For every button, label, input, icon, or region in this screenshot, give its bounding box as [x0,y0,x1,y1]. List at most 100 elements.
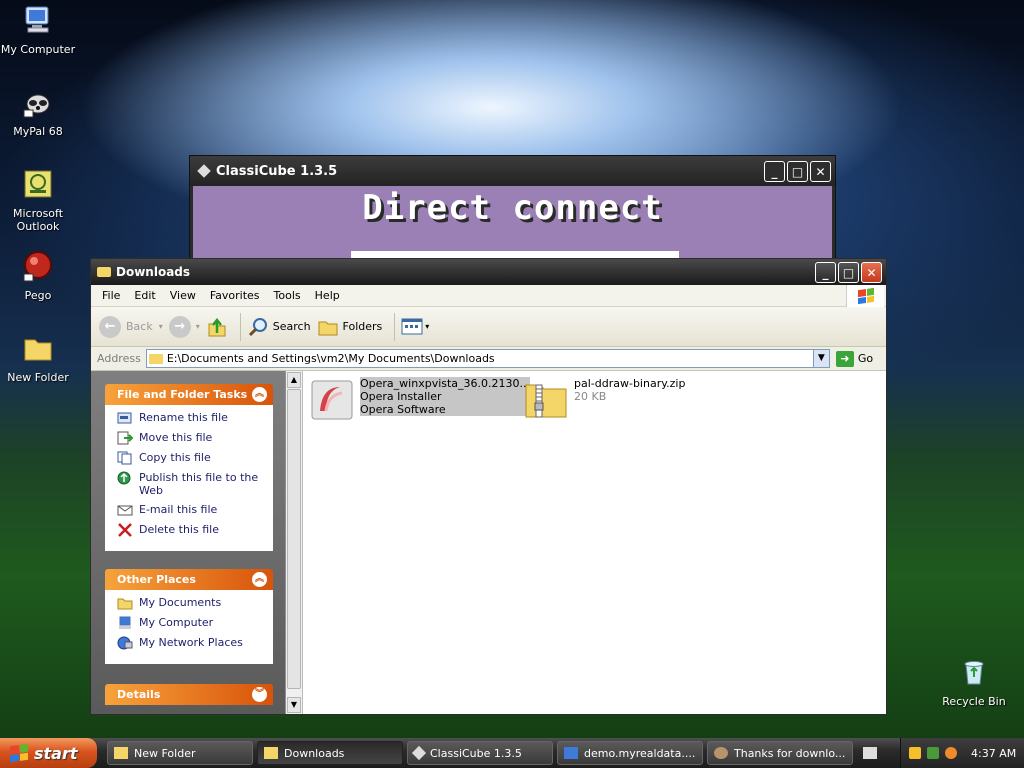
task-copy[interactable]: Copy this file [117,451,273,465]
search-label: Search [272,320,311,333]
place-network[interactable]: My Network Places [117,636,273,650]
menu-view[interactable]: View [163,289,203,302]
explorer-titlebar[interactable]: Downloads _ □ ✕ [91,259,886,285]
file-item-zip[interactable]: pal-ddraw-binary.zip 20 KB [524,377,685,421]
other-places-header[interactable]: Other Places ︽ [105,569,273,590]
taskbar-button-downloads[interactable]: Downloads [257,741,403,765]
taskbar-button-classicube[interactable]: ClassiCube 1.3.5 [407,741,553,765]
folder-icon [114,747,128,759]
menu-edit[interactable]: Edit [127,289,162,302]
windows-logo-icon [846,285,884,307]
back-button[interactable]: ← Back ▾ [99,315,163,338]
file-item-opera-installer[interactable]: Opera_winxpvista_36.0.2130... Opera Inst… [310,377,531,421]
minimize-button[interactable]: _ [764,161,785,182]
scroll-thumb[interactable] [287,389,301,689]
desktop-icon-label: My Computer [0,43,76,56]
clock[interactable]: 4:37 AM [971,747,1016,760]
folder-icon [24,339,52,361]
menu-help[interactable]: Help [308,289,347,302]
browser-page-icon [564,747,578,759]
explorer-title: Downloads [116,265,191,279]
scroll-up-button[interactable]: ▲ [287,372,301,388]
security-shield-icon[interactable] [909,747,921,759]
address-dropdown-button[interactable]: ▼ [812,350,829,367]
back-arrow-icon: ← [99,315,121,338]
maximize-button[interactable]: □ [787,161,808,182]
panel-title: Other Places [117,573,196,586]
folder-icon [97,267,111,277]
task-publish[interactable]: Publish this file to the Web [117,471,273,497]
task-delete[interactable]: Delete this file [117,523,273,537]
pego-icon [23,251,52,282]
views-button[interactable]: ▾ [401,317,429,337]
close-button[interactable]: ✕ [810,161,831,182]
classicube-titlebar[interactable]: ClassiCube 1.3.5 [190,156,835,186]
taskbar-button-label: Thanks for downlo... [734,746,846,760]
views-icon [401,318,423,334]
search-button[interactable]: Search [247,316,311,338]
search-tray-icon[interactable] [945,747,957,759]
toolbar: ← Back ▾ → ▾ Search Folders ▾ [91,307,886,347]
back-label: Back [126,320,153,333]
folders-label: Folders [342,320,383,333]
folders-button[interactable]: Folders [317,316,383,338]
maximize-button[interactable]: □ [838,262,859,283]
task-label: Delete this file [139,523,219,536]
desktop-icon-label: MyPal 68 [13,125,63,138]
file-folder-tasks-header[interactable]: File and Folder Tasks ︽ [105,384,273,405]
taskbar-button-label: Downloads [284,746,345,760]
menu-bar: File Edit View Favorites Tools Help [91,285,886,307]
folder-icon [148,353,163,364]
up-folder-button[interactable] [206,316,228,338]
computer-icon [119,616,131,629]
start-button[interactable]: start [0,738,97,768]
desktop-icon-pego[interactable]: Pego [0,250,76,302]
file-info: pal-ddraw-binary.zip 20 KB [574,377,685,403]
desktop-icon-mypal[interactable]: MyPal 68 [0,86,76,138]
task-move[interactable]: Move this file [117,431,273,445]
folder-up-icon [208,317,226,336]
collapse-chevron-icon[interactable]: ︽ [252,387,267,402]
place-my-documents[interactable]: My Documents [117,596,273,610]
desktop-icon-recycle-bin[interactable]: Recycle Bin [936,656,1012,708]
scroll-down-button[interactable]: ▼ [287,697,301,713]
forward-button[interactable]: → ▾ [168,315,200,338]
expand-chevron-icon[interactable]: ︾ [252,687,267,702]
menu-tools[interactable]: Tools [267,289,308,302]
desktop-icon-my-computer[interactable]: My Computer [0,4,76,56]
details-header[interactable]: Details ︾ [105,684,273,705]
menu-file[interactable]: File [95,289,127,302]
task-rename[interactable]: Rename this file [117,411,273,425]
address-path: E:\Documents and Settings\vm2\My Documen… [166,352,495,365]
network-tray-icon[interactable] [927,747,939,759]
file-company: Opera Software [360,403,446,416]
explorer-window[interactable]: Downloads _ □ ✕ File Edit View Favorites… [90,258,887,715]
raccoon-icon [23,94,50,118]
file-list: ▲ ▼ Opera_winxpvista_36.0.2130... Opera … [285,371,886,714]
close-button[interactable]: ✕ [861,262,882,283]
menu-favorites[interactable]: Favorites [203,289,267,302]
desktop-icon-outlook[interactable]: Microsoft Outlook [0,168,76,233]
minimize-button[interactable]: _ [815,262,836,283]
vertical-scrollbar[interactable]: ▲ ▼ [286,371,303,714]
classicube-content: Direct connect [193,186,832,264]
place-label: My Documents [139,596,222,609]
taskbar-button-new-folder[interactable]: New Folder [107,741,253,765]
task-label: Publish this file to the Web [139,471,259,497]
place-my-computer[interactable]: My Computer [117,616,273,630]
taskbar-button-thanks[interactable]: Thanks for downlo... [707,741,853,765]
address-input[interactable]: E:\Documents and Settings\vm2\My Documen… [145,349,830,368]
collapse-chevron-icon[interactable]: ︽ [252,572,267,587]
classicube-app-icon [197,164,211,178]
chevron-down-icon: ▾ [195,322,200,331]
go-label: Go [857,352,874,365]
copy-icon [117,451,132,465]
keyboard-icon[interactable] [863,747,877,759]
task-email[interactable]: E-mail this file [117,503,273,517]
taskbar-button-browser-demo[interactable]: demo.myrealdata.... [557,741,703,765]
classicube-window[interactable]: ClassiCube 1.3.5 _ □ ✕ Direct connect [189,155,836,265]
chevron-down-icon: ▾ [158,322,163,331]
go-button[interactable]: ➜ Go [835,350,874,367]
taskbar-button-label: ClassiCube 1.3.5 [430,746,522,760]
desktop-icon-new-folder[interactable]: New Folder [0,332,76,384]
